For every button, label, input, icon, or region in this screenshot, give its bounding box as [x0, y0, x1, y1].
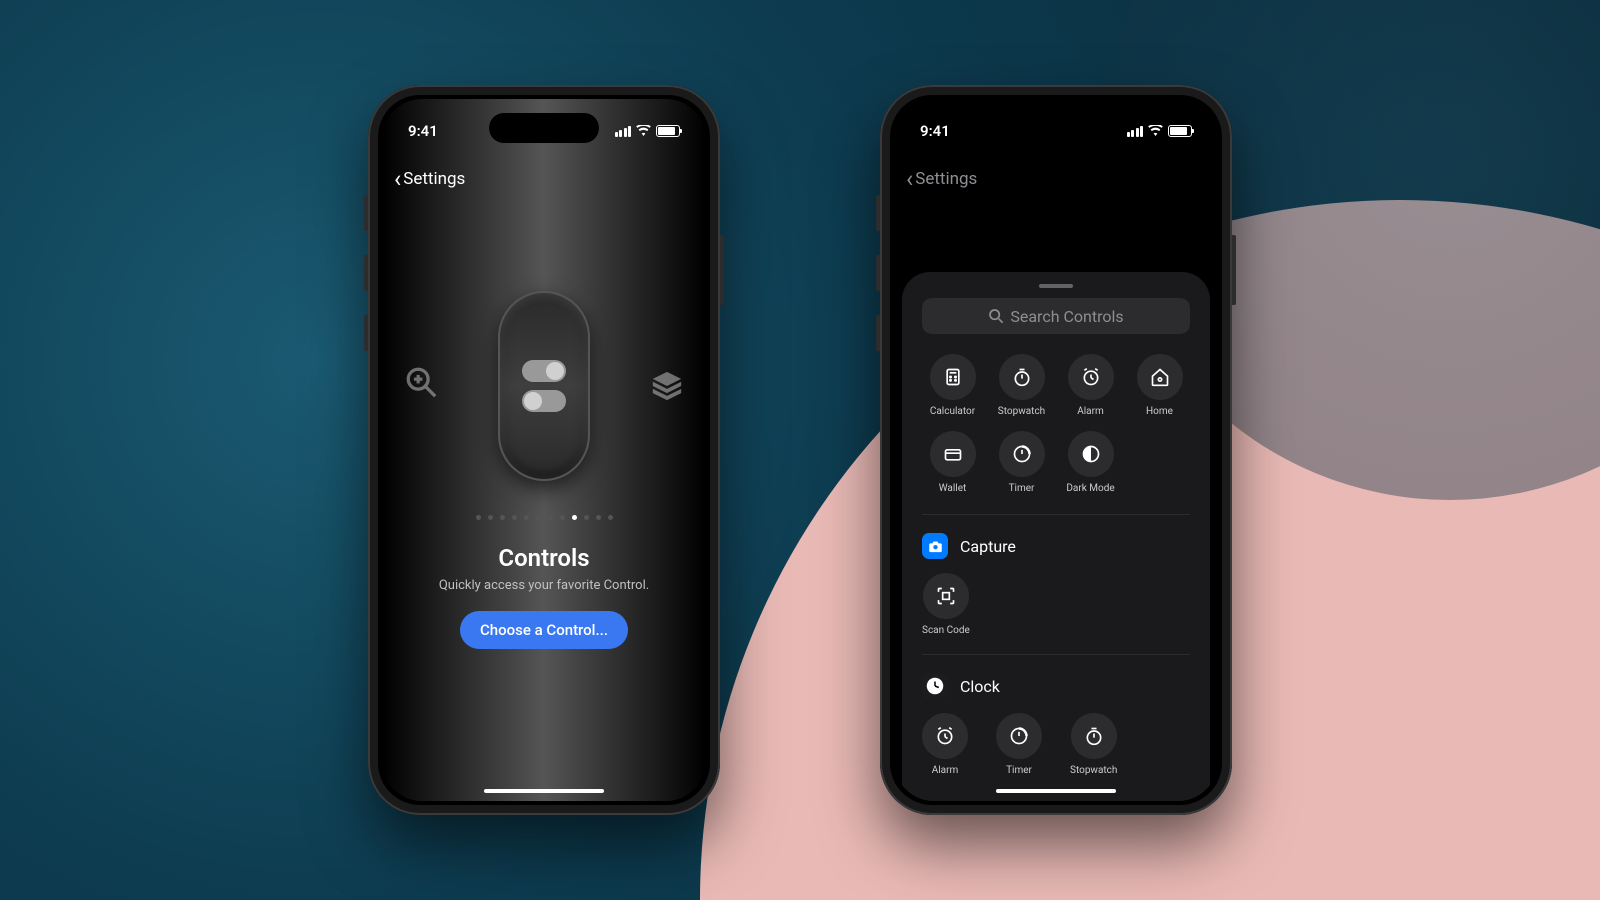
qrcode-icon — [923, 573, 969, 619]
control-stopwatch[interactable]: Stopwatch — [1070, 713, 1117, 776]
control-label: Timer — [1006, 765, 1032, 776]
section-header-clock: Clock — [922, 673, 1190, 699]
control-darkmode[interactable]: Dark Mode — [1060, 431, 1121, 494]
control-stopwatch[interactable]: Stopwatch — [991, 354, 1052, 417]
camera-icon — [922, 533, 948, 559]
control-wallet[interactable]: Wallet — [922, 431, 983, 494]
control-label: Stopwatch — [1070, 765, 1117, 776]
control-label: Stopwatch — [998, 406, 1045, 417]
wallet-icon — [930, 431, 976, 477]
section-items: Alarm Timer Stopwatch — [922, 713, 1190, 780]
search-placeholder: Search Controls — [1010, 307, 1123, 326]
home-icon — [1137, 354, 1183, 400]
sheet-grabber[interactable] — [1039, 284, 1073, 288]
wifi-icon — [1148, 122, 1163, 140]
action-button-preview — [498, 291, 590, 481]
action-button-controls-panel: Controls Quickly access your favorite Co… — [382, 99, 706, 801]
section-title: Capture — [960, 537, 1016, 556]
home-indicator[interactable] — [996, 789, 1116, 793]
iphone-device-right: 9:41 ‹ Settings Search Controls — [880, 85, 1232, 815]
dynamic-island — [489, 113, 599, 143]
back-label: Settings — [403, 169, 465, 189]
timer-icon — [999, 431, 1045, 477]
back-label: Settings — [915, 169, 977, 189]
status-time: 9:41 — [920, 122, 950, 140]
iphone-device-left: 9:41 ‹ Settings — [368, 85, 720, 815]
page-indicator[interactable] — [476, 515, 613, 520]
section-header-capture: Capture — [922, 533, 1190, 559]
control-label: Dark Mode — [1066, 483, 1114, 494]
control-label: Alarm — [1077, 406, 1104, 417]
status-time: 9:41 — [408, 122, 438, 140]
chevron-left-icon: ‹ — [394, 165, 401, 193]
section-items: Scan Code — [922, 573, 1190, 655]
controls-picker-sheet: Search Controls CalculatorStopwatchAlarm… — [902, 272, 1210, 801]
toggles-icon — [522, 360, 566, 412]
choose-control-button[interactable]: Choose a Control... — [460, 611, 628, 649]
battery-icon — [656, 125, 680, 137]
clock-icon — [922, 673, 948, 699]
wifi-icon — [636, 122, 651, 140]
calculator-icon — [930, 354, 976, 400]
search-input[interactable]: Search Controls — [922, 298, 1190, 334]
controls-title: Controls — [498, 544, 589, 572]
wallpaper-stage: 9:41 ‹ Settings — [0, 0, 1600, 900]
control-label: Calculator — [930, 406, 975, 417]
control-alarm[interactable]: Alarm — [1060, 354, 1121, 417]
control-scan-code[interactable]: Scan Code — [922, 573, 970, 636]
control-label: Alarm — [932, 765, 959, 776]
suggested-controls-grid: Calculator Stopwatch Alarm Home Wallet Timer D… — [922, 354, 1190, 515]
alarm-icon — [1068, 354, 1114, 400]
stack-icon[interactable] — [650, 369, 684, 403]
cellular-icon — [1127, 126, 1144, 137]
controls-subtitle: Quickly access your favorite Control. — [439, 578, 649, 593]
stopwatch-icon — [1071, 713, 1117, 759]
darkmode-icon — [1068, 431, 1114, 477]
battery-icon — [1168, 125, 1192, 137]
home-indicator[interactable] — [484, 789, 604, 793]
control-label: Home — [1146, 406, 1173, 417]
control-alarm[interactable]: Alarm — [922, 713, 968, 776]
cellular-icon — [615, 126, 632, 137]
dynamic-island — [1001, 113, 1111, 143]
control-timer[interactable]: Timer — [996, 713, 1042, 776]
nav-bar[interactable]: ‹ Settings — [382, 159, 706, 199]
section-title: Clock — [960, 677, 1000, 696]
magnifier-icon[interactable] — [404, 365, 438, 408]
stopwatch-icon — [999, 354, 1045, 400]
alarm-icon — [922, 713, 968, 759]
chevron-left-icon: ‹ — [906, 165, 913, 193]
control-home[interactable]: Home — [1129, 354, 1190, 417]
nav-bar[interactable]: ‹ Settings — [894, 159, 1218, 199]
control-label: Scan Code — [922, 625, 970, 636]
timer-icon — [996, 713, 1042, 759]
control-calculator[interactable]: Calculator — [922, 354, 983, 417]
control-label: Timer — [1009, 483, 1035, 494]
control-timer[interactable]: Timer — [991, 431, 1052, 494]
control-label: Wallet — [939, 483, 967, 494]
